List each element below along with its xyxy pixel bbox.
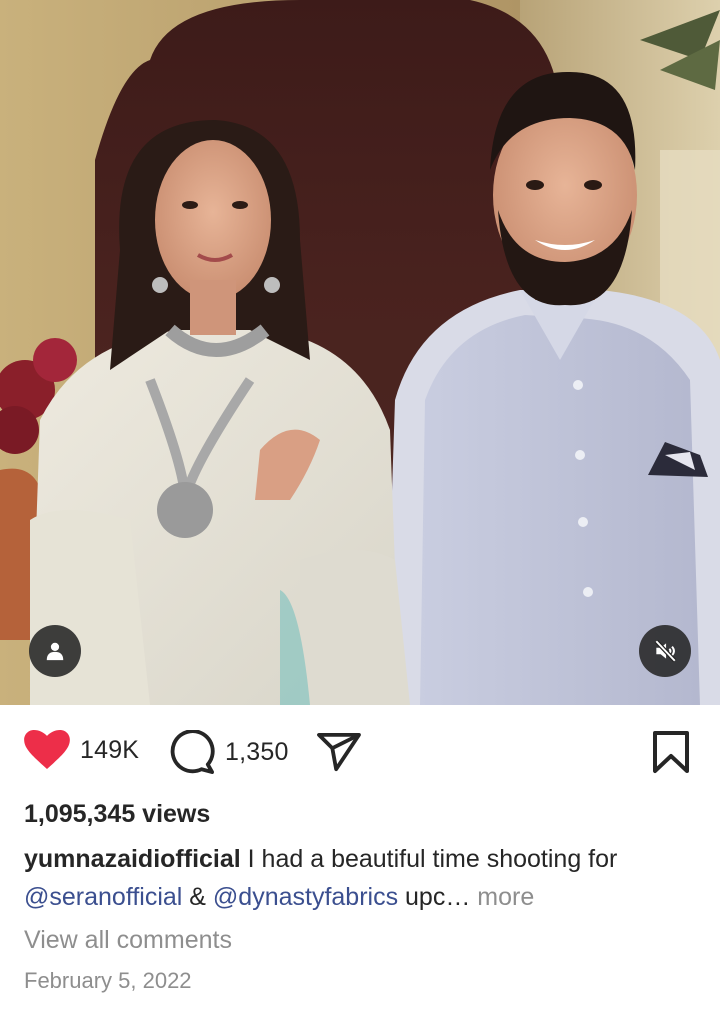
speaker-muted-icon	[654, 639, 677, 663]
person-tag-icon	[46, 642, 64, 661]
video-frame	[0, 0, 720, 705]
post-video[interactable]	[0, 0, 720, 705]
caption-text: I had a beautiful time shooting for	[240, 845, 618, 873]
share-button[interactable]	[316, 732, 362, 772]
bookmark-icon	[653, 731, 689, 773]
caption-username[interactable]: yumnazaidiofficial	[24, 845, 241, 873]
comment-count[interactable]: 1,350	[225, 738, 289, 767]
post-action-bar: 149K 1,350	[0, 722, 720, 784]
paper-plane-icon	[317, 732, 361, 772]
more-caption-link[interactable]: more	[470, 883, 534, 911]
view-count[interactable]: 1,095,345 views	[24, 800, 210, 829]
mention-link[interactable]: @seranofficial	[24, 883, 182, 911]
audio-toggle-button[interactable]	[639, 625, 691, 677]
post-caption: yumnazaidiofficial I had a beautiful tim…	[24, 840, 696, 916]
save-button[interactable]	[652, 730, 690, 774]
view-all-comments-link[interactable]: View all comments	[24, 926, 232, 955]
heart-filled-icon	[24, 730, 70, 770]
caption-text: upc…	[398, 883, 471, 911]
like-count[interactable]: 149K	[80, 736, 139, 765]
tagged-people-button[interactable]	[29, 625, 81, 677]
comment-bubble-icon	[170, 730, 215, 774]
caption-text: &	[182, 883, 213, 911]
comment-button[interactable]: 1,350	[169, 730, 289, 774]
post-date: February 5, 2022	[24, 968, 192, 993]
mention-link[interactable]: @dynastyfabrics	[213, 883, 398, 911]
like-button[interactable]: 149K	[24, 730, 139, 770]
